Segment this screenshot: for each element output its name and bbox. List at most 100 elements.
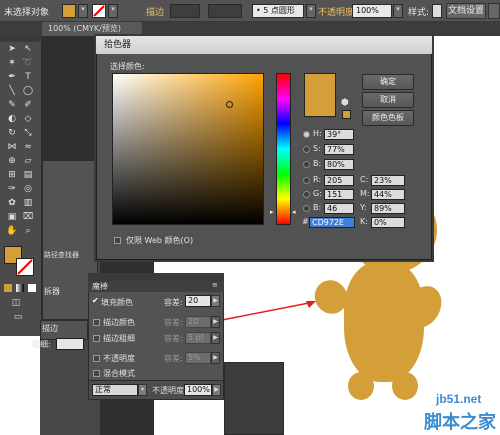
magenta-field[interactable]: 44% [371,189,405,200]
red-radio[interactable] [303,177,310,184]
stroke-dropdown-icon[interactable]: ▾ [108,4,118,18]
saturation-radio[interactable] [303,146,310,153]
green-field[interactable]: 151 [324,189,354,200]
artboard-icon[interactable]: ▣ [6,212,18,223]
pencil-icon[interactable]: ✐ [22,100,34,111]
cyan-field[interactable]: 23% [371,175,405,186]
green-radio[interactable] [303,191,310,198]
fill-swatch[interactable] [62,4,76,18]
stroke-weight-arrow-icon[interactable]: ▶ [211,332,220,344]
warp-icon[interactable]: ≈ [22,142,34,153]
pen-icon[interactable]: ✒ [6,72,18,83]
saturation-brightness-field[interactable] [112,73,264,225]
stroke-weight-input[interactable] [170,4,200,18]
hand-icon[interactable]: ✋ [6,226,18,237]
pathfinder-tab[interactable]: 路径查找器 [44,250,94,260]
check-mark-icon[interactable]: ✔ [92,296,99,305]
stroke-tab-label[interactable]: 描边 [42,323,58,334]
line-icon[interactable]: ╲ [6,86,18,97]
opacity-tolerance-input[interactable]: 5% [185,352,211,364]
blend-mode-arrow-icon[interactable]: ▾ [138,384,147,396]
brightness-radio[interactable] [303,161,310,168]
brightness-field[interactable]: 80% [324,159,354,170]
red-field[interactable]: 205 [324,175,354,186]
doc-setup-button[interactable]: 文档设置 [446,3,486,19]
stroke-tolerance-arrow-icon[interactable]: ▶ [211,316,220,328]
cancel-button[interactable]: 取消 [362,92,414,108]
document-tab[interactable]: 100% (CMYK/预览) [42,22,142,36]
color-picker-title[interactable]: 拾色器 [96,36,432,54]
transparency-opacity-input[interactable]: 100% [184,384,212,396]
lasso-icon[interactable]: ➰ [22,58,34,69]
eyedropper-icon[interactable]: ✑ [6,184,18,195]
fill-tolerance-arrow-icon[interactable]: ▶ [211,295,220,307]
magic-wand-icon[interactable]: ✶ [6,58,18,69]
perspective-icon[interactable]: ▱ [22,156,34,167]
toolbox-grip[interactable] [0,36,42,42]
direct-selection-icon[interactable]: ↖ [22,44,34,55]
opacity-input[interactable]: 100% [352,4,392,18]
opacity-checkbox[interactable] [93,355,100,362]
magic-wand-title[interactable]: 魔棒 [92,282,108,291]
screen-mode-icon[interactable]: ▭ [12,312,24,323]
hue-radio[interactable] [303,131,310,138]
fill-dropdown-icon[interactable]: ▾ [78,4,88,18]
swatches-button[interactable]: 颜色色板 [362,110,414,126]
web-cube-icon[interactable]: ⬢ [341,98,349,108]
web-only-checkbox[interactable] [114,237,121,244]
eraser-icon[interactable]: ◇ [22,114,34,125]
black-field[interactable]: 0% [371,217,405,228]
fill-tolerance-input[interactable]: 20 [185,295,211,307]
web-safe-swatch[interactable] [342,110,351,119]
yellow-field[interactable]: 89% [371,203,405,214]
blend-icon[interactable]: ◎ [22,184,34,195]
paintbrush-icon[interactable]: ✎ [6,100,18,111]
blue-field[interactable]: 46 [324,203,354,214]
stroke-tolerance-input[interactable]: 20 [185,316,211,328]
opacity-label[interactable]: 不透明度 [318,5,354,18]
hue-field[interactable]: 39° [324,129,354,140]
blend-mode-checkbox[interactable] [93,370,100,377]
prefs-button[interactable] [488,3,500,19]
opacity-dropdown-icon[interactable]: ▾ [393,4,403,18]
stroke-weight-input[interactable]: 5 pt [185,332,211,344]
blue-radio[interactable] [303,205,310,212]
blend-mode-select[interactable]: 正常 [92,384,138,396]
stroke-color-box[interactable] [16,258,34,276]
scale-icon[interactable]: ⤡ [22,128,34,139]
magic-wand-panel-grip[interactable] [88,273,224,281]
shape-builder-icon[interactable]: ⊕ [6,156,18,167]
stroke-swatch[interactable] [92,4,106,18]
width-icon[interactable]: ⋈ [6,142,18,153]
opacity-tolerance-arrow-icon[interactable]: ▶ [211,352,220,364]
variable-width-dropdown[interactable] [208,4,242,18]
slice-icon[interactable]: ⌧ [22,212,34,223]
saturation-field[interactable]: 77% [324,144,354,155]
graph-icon[interactable]: ▥ [22,198,34,209]
gradient-icon[interactable]: ▤ [22,170,34,181]
color-mode-icon[interactable] [4,284,12,292]
weight-input[interactable] [56,338,84,350]
ok-button[interactable]: 确定 [362,74,414,90]
type-icon[interactable]: T [22,72,34,83]
stroke-weight-checkbox[interactable] [93,335,100,342]
hue-right-caret-icon[interactable]: ◂ [292,208,296,216]
hex-field[interactable]: CD972E [309,217,355,228]
color-target-icon[interactable] [226,101,233,108]
symbol-sprayer-icon[interactable]: ✿ [6,198,18,209]
selection-tool-icon[interactable]: ➤ [6,44,18,55]
stroke-label[interactable]: 描边 [146,5,164,18]
hue-slider[interactable] [276,73,291,225]
hue-left-caret-icon[interactable]: ▸ [270,208,274,216]
ellipse-icon[interactable]: ◯ [22,86,34,97]
blob-brush-icon[interactable]: ◐ [6,114,18,125]
zoom-icon[interactable]: ⌕ [22,226,34,237]
brush-dropdown-arrow-icon[interactable]: ▾ [306,4,316,18]
transparency-opacity-arrow-icon[interactable]: ▶ [212,384,221,396]
gradient-mode-icon[interactable] [16,284,24,292]
brush-dropdown[interactable]: • 5 点圆形 [252,4,304,18]
none-mode-icon[interactable] [28,284,36,292]
mesh-icon[interactable]: ⊞ [6,170,18,181]
style-swatch[interactable] [432,4,442,18]
panel-menu-icon[interactable]: ≡ [212,281,218,289]
